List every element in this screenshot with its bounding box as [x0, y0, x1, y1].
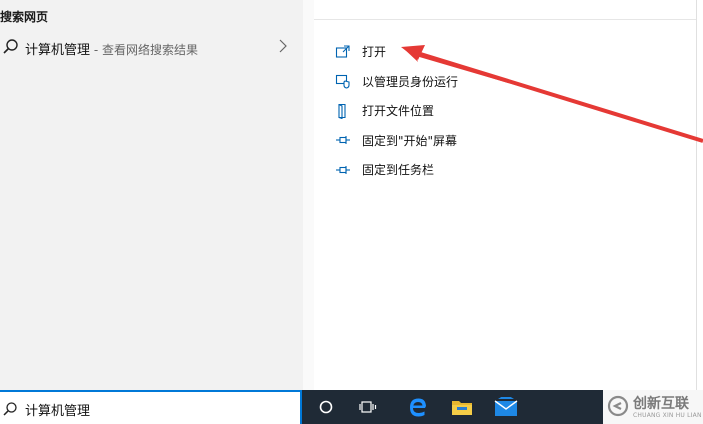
action-run-as-admin-label: 以管理员身份运行: [362, 74, 459, 89]
edge-button[interactable]: [398, 390, 438, 424]
action-run-as-admin[interactable]: 以管理员身份运行: [335, 67, 458, 97]
run-as-admin-icon: [335, 75, 350, 89]
action-open[interactable]: 打开: [335, 37, 458, 67]
mail-button[interactable]: [486, 390, 526, 424]
action-pin-to-taskbar[interactable]: 固定到任务栏: [335, 155, 458, 185]
mail-icon: [494, 397, 518, 416]
web-result-title: 计算机管理 - 查看网络搜索结果: [25, 39, 198, 58]
watermark: 创新互联 CHUANG XIN HU LIAN: [603, 390, 703, 424]
action-pin-to-start[interactable]: 固定到"开始"屏幕: [335, 126, 458, 156]
pane-edge: [696, 0, 697, 390]
web-result-suffix: - 查看网络搜索结果: [90, 43, 198, 57]
action-open-file-location-label: 打开文件位置: [362, 104, 435, 119]
action-pin-to-start-label: 固定到"开始"屏幕: [362, 133, 458, 148]
file-explorer-icon: [452, 401, 472, 415]
file-explorer-button[interactable]: [442, 390, 482, 424]
taskbar: [302, 390, 603, 424]
action-open-label: 打开: [362, 45, 387, 60]
search-box[interactable]: 计算机管理: [0, 390, 302, 424]
web-result-query: 计算机管理: [25, 43, 91, 58]
pin-icon: [336, 136, 350, 145]
action-pin-to-taskbar-label: 固定到任务栏: [362, 163, 435, 178]
watermark-text: 创新互联: [633, 396, 689, 412]
brand-logo-icon: [607, 395, 629, 417]
cortana-button[interactable]: [306, 390, 346, 424]
action-open-file-location[interactable]: 打开文件位置: [335, 96, 458, 126]
open-icon: [335, 45, 350, 58]
search-icon: [3, 402, 17, 416]
search-input-value[interactable]: 计算机管理: [25, 400, 90, 419]
action-list: 打开 以管理员身份运行 打开文件位置 固定到"开始"屏幕 固定到任务栏: [335, 37, 458, 185]
file-location-icon: [338, 103, 346, 119]
watermark-subtext: CHUANG XIN HU LIAN: [633, 412, 702, 419]
task-view-icon: [359, 401, 377, 413]
search-icon: [3, 39, 18, 54]
pin-icon: [336, 165, 350, 174]
pane-divider: [303, 0, 314, 390]
web-result-item[interactable]: 计算机管理 - 查看网络搜索结果: [0, 34, 303, 60]
task-view-button[interactable]: [348, 390, 388, 424]
search-results-pane: 搜索网页 计算机管理 - 查看网络搜索结果: [0, 0, 303, 390]
edge-icon: [410, 398, 426, 417]
section-heading-web: 搜索网页: [0, 10, 49, 24]
chevron-right-icon[interactable]: [276, 37, 290, 55]
cortana-icon: [319, 400, 333, 414]
actions-top-divider: [314, 19, 696, 20]
